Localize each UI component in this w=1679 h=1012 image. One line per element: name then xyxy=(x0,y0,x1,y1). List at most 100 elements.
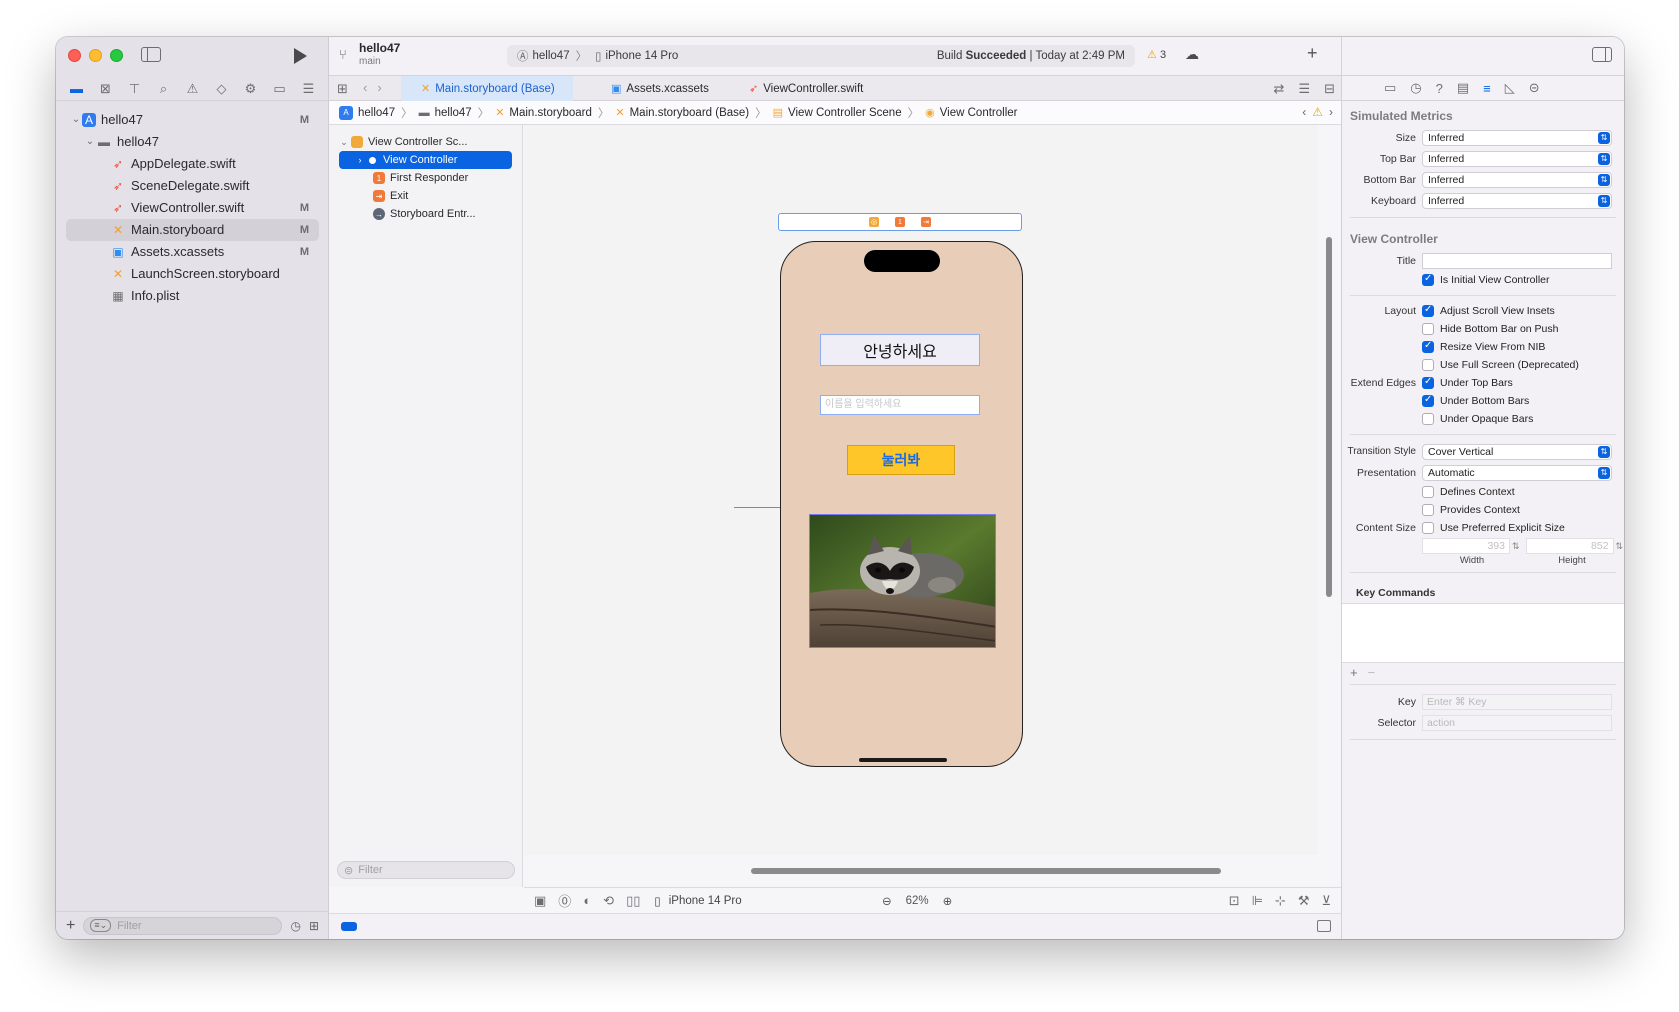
tree-row-assets[interactable]: ▣ Assets.xcassets M xyxy=(56,241,329,263)
tab-main-storyboard[interactable]: ✕ Main.storyboard (Base) xyxy=(401,76,573,101)
minimize-window-button[interactable] xyxy=(89,49,102,62)
library-add-icon[interactable]: + xyxy=(1307,43,1318,64)
iphone-scene[interactable]: 안녕하세요 이름을 입력하세요 눌러봐 xyxy=(780,241,1023,767)
tab-viewcontroller[interactable]: ➶ ViewController.swift xyxy=(729,76,879,101)
storyboard-canvas[interactable]: ◎ 1 ⇥ 안녕하세요 이름을 입력하세요 눌러봐 xyxy=(524,125,1318,855)
update-frames-icon[interactable]: ⊡ xyxy=(1229,893,1240,909)
orientation-icon[interactable]: ⟲ xyxy=(603,893,614,909)
history-inspector-icon[interactable]: ◷ xyxy=(1410,80,1421,96)
accessibility-icon[interactable]: ⓪ xyxy=(558,891,571,910)
sidebar-toggle-icon[interactable] xyxy=(141,47,161,62)
appearance-icon[interactable]: ◐ xyxy=(583,893,591,908)
full-screen-checkbox[interactable] xyxy=(1422,359,1434,371)
view-controller-icon[interactable]: ◎ xyxy=(869,217,879,227)
folder-navigator-icon[interactable]: ▬ xyxy=(69,81,85,97)
jumpbar-scene[interactable]: ▤ View Controller Scene xyxy=(773,106,902,120)
greeting-label[interactable]: 안녕하세요 xyxy=(820,334,980,366)
device-selector[interactable]: iPhone 14 Pro xyxy=(605,50,678,62)
source-control-navigator-icon[interactable]: ⊠ xyxy=(98,81,114,97)
top-bar-popup[interactable]: Inferred xyxy=(1422,150,1612,167)
filter-options-icon[interactable]: ≡⌄ xyxy=(90,919,112,932)
tree-row-group[interactable]: ⌄ ▬ hello47 xyxy=(56,131,329,153)
zoom-out-icon[interactable]: ⊖ xyxy=(882,894,892,908)
warning-icon[interactable]: ⚠ xyxy=(1312,105,1323,119)
test-navigator-icon[interactable]: ◇ xyxy=(214,81,230,97)
breakpoint-navigator-icon[interactable]: ▭ xyxy=(272,81,288,97)
defines-context-checkbox[interactable] xyxy=(1422,486,1434,498)
debug-area-indicator[interactable] xyxy=(341,922,357,931)
outline-filter-input[interactable]: ⊜ Filter xyxy=(337,861,515,879)
chevron-down-icon[interactable]: ⌄ xyxy=(84,131,96,153)
preferred-size-checkbox[interactable] xyxy=(1422,522,1434,534)
source-control-filter-icon[interactable]: ⊞ xyxy=(309,919,319,933)
jumpbar-storyboard[interactable]: ✕ Main.storyboard xyxy=(495,106,592,120)
previous-issue-icon[interactable]: ‹ xyxy=(1302,105,1306,119)
keyboard-popup[interactable]: Inferred xyxy=(1422,192,1612,209)
tree-row-appdelegate[interactable]: ➶ AppDelegate.swift xyxy=(56,153,329,175)
zoom-in-icon[interactable]: ⊕ xyxy=(943,894,953,908)
under-opaque-bars-checkbox[interactable] xyxy=(1422,413,1434,425)
vertical-scrollbar[interactable] xyxy=(1326,237,1332,597)
outline-exit[interactable]: ⇥ Exit xyxy=(329,187,522,205)
outline-storyboard-entry[interactable]: → Storyboard Entr... xyxy=(329,205,522,223)
provides-context-checkbox[interactable] xyxy=(1422,504,1434,516)
embed-in-icon[interactable]: ⊻ xyxy=(1321,893,1331,909)
tree-row-viewcontroller[interactable]: ➶ ViewController.swift M xyxy=(56,197,329,219)
height-stepper-icon[interactable]: ⇅ xyxy=(1616,541,1624,552)
outline-first-responder[interactable]: 1 First Responder xyxy=(329,169,522,187)
first-responder-icon[interactable]: 1 xyxy=(895,217,905,227)
file-inspector-icon[interactable]: ▭ xyxy=(1384,80,1396,96)
tree-row-main-storyboard[interactable]: ✕ Main.storyboard M xyxy=(66,219,319,241)
outline-view-controller[interactable]: › View Controller xyxy=(339,151,512,169)
hide-bottom-bar-checkbox[interactable] xyxy=(1422,323,1434,335)
size-inspector-icon[interactable]: ◺ xyxy=(1505,80,1515,96)
branch-name[interactable]: main xyxy=(359,56,381,67)
next-issue-icon[interactable]: › xyxy=(1329,105,1333,119)
name-text-field[interactable]: 이름을 입력하세요 xyxy=(820,395,980,415)
split-editor-icon[interactable]: ⊟ xyxy=(1324,81,1335,97)
recent-files-icon[interactable]: ◷ xyxy=(290,919,300,933)
remove-key-command-icon[interactable]: − xyxy=(1368,665,1376,680)
attributes-inspector-icon[interactable]: ≡ xyxy=(1483,81,1491,96)
jumpbar-group[interactable]: ▬ hello47 xyxy=(419,107,472,119)
presentation-popup[interactable]: Automatic xyxy=(1422,464,1612,481)
tree-row-infoplist[interactable]: ▦ Info.plist xyxy=(56,285,329,307)
swap-editor-icon[interactable]: ⇄ xyxy=(1274,81,1285,97)
width-stepper-icon[interactable]: ⇅ xyxy=(1512,541,1520,552)
inspector-toggle-icon[interactable] xyxy=(1592,47,1612,62)
outline-scene[interactable]: ⌄ View Controller Sc... xyxy=(329,133,522,151)
device-config[interactable]: ▯ iPhone 14 Pro xyxy=(654,894,741,908)
navigator-filter-input[interactable]: ≡⌄ Filter xyxy=(83,916,283,935)
related-items-grid-icon[interactable]: ⊞ xyxy=(337,81,348,97)
scheme-selector[interactable]: hello47 xyxy=(533,50,570,62)
align-icon[interactable]: ⊫ xyxy=(1252,893,1263,909)
height-field[interactable]: 852 xyxy=(1525,538,1614,554)
outline-toggle-icon[interactable]: ▣ xyxy=(534,893,546,909)
find-navigator-icon[interactable]: ⌕ xyxy=(156,81,172,97)
warnings-indicator[interactable]: ⚠ 3 xyxy=(1147,48,1166,61)
jumpbar-project[interactable]: Ahello47 xyxy=(339,105,395,120)
resize-from-nib-checkbox[interactable] xyxy=(1422,340,1434,353)
add-file-icon[interactable]: + xyxy=(66,917,75,935)
zoom-window-button[interactable] xyxy=(110,49,123,62)
chevron-down-icon[interactable]: ⌄ xyxy=(337,137,351,148)
connections-inspector-icon[interactable]: ⊝ xyxy=(1529,80,1540,96)
adjust-insets-checkbox[interactable] xyxy=(1422,304,1434,317)
key-commands-list[interactable] xyxy=(1342,603,1624,663)
resolve-issues-icon[interactable]: ⚒ xyxy=(1298,893,1310,909)
chevron-down-icon[interactable]: ⌄ xyxy=(70,109,82,131)
layout-icon[interactable]: ▯▯ xyxy=(626,893,640,909)
selector-field[interactable]: action xyxy=(1422,714,1612,731)
bottom-bar-popup[interactable]: Inferred xyxy=(1422,171,1612,188)
key-field[interactable]: Enter ⌘ Key xyxy=(1422,693,1612,710)
horizontal-scrollbar[interactable] xyxy=(751,868,1221,874)
tab-assets[interactable]: ▣ Assets.xcassets xyxy=(591,76,731,101)
transition-style-popup[interactable]: Cover Vertical xyxy=(1422,443,1612,460)
debug-navigator-icon[interactable]: ⚙ xyxy=(243,81,259,97)
close-window-button[interactable] xyxy=(68,49,81,62)
issue-navigator-icon[interactable]: ⚠ xyxy=(185,81,201,97)
under-bottom-bars-checkbox[interactable] xyxy=(1422,394,1434,407)
tree-row-scenedelegate[interactable]: ➶ SceneDelegate.swift xyxy=(56,175,329,197)
report-navigator-icon[interactable]: ☰ xyxy=(301,81,317,97)
width-field[interactable]: 393 xyxy=(1422,538,1510,554)
